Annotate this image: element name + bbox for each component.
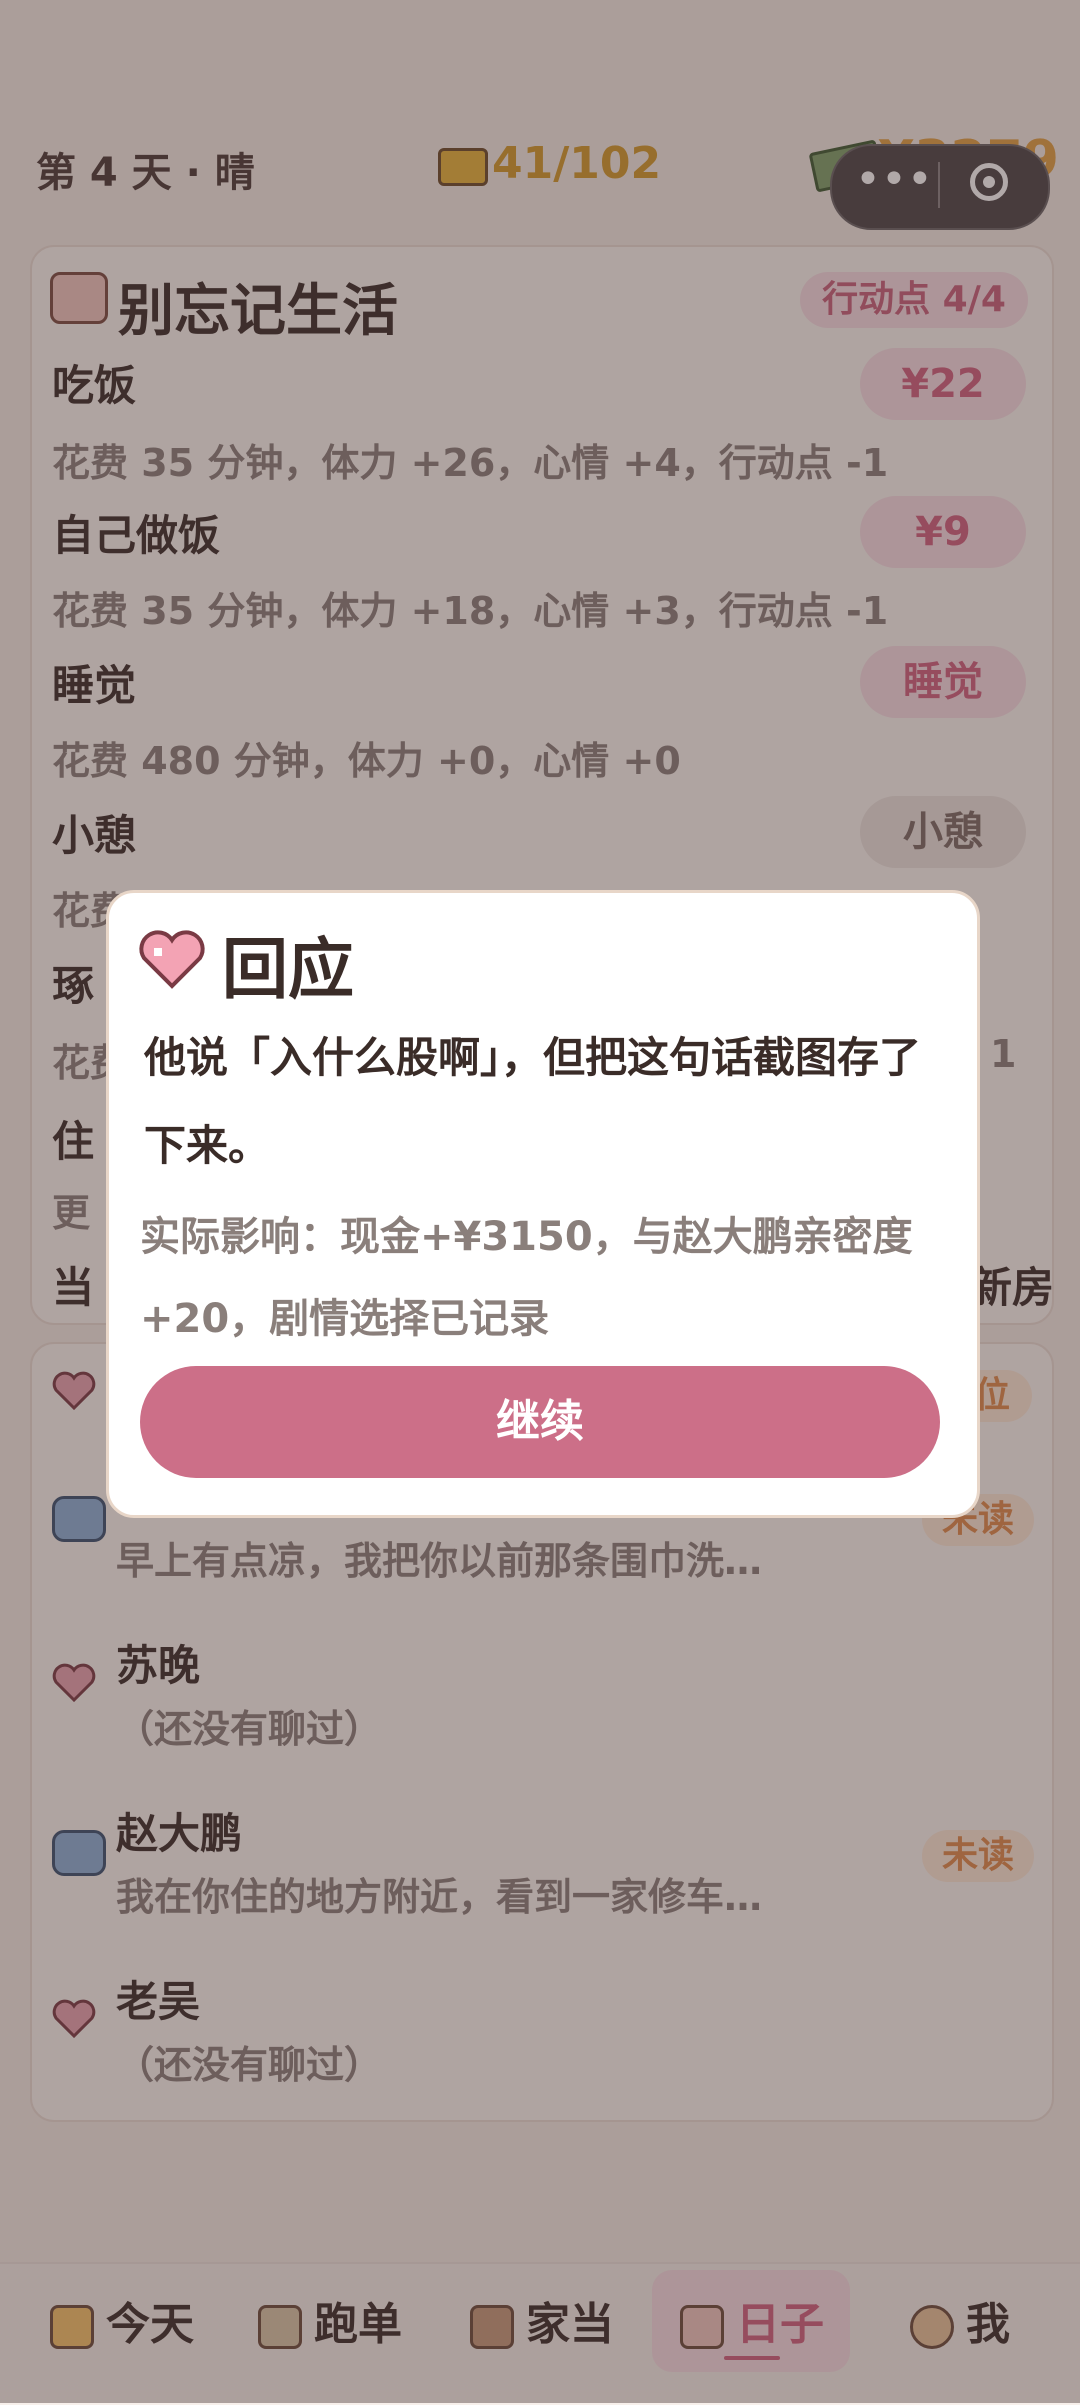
heart-icon <box>139 930 205 989</box>
dialog-effect: 实际影响：现金+¥3150，与赵大鹏亲密度+20，剧情选择已记录 <box>140 1214 913 1342</box>
dialog-body: 他说「入什么股啊」，但把这句话截图存了下来。 <box>144 1033 922 1170</box>
continue-button[interactable]: 继续 <box>140 1366 940 1478</box>
dialog-title: 回应 <box>222 931 354 1008</box>
